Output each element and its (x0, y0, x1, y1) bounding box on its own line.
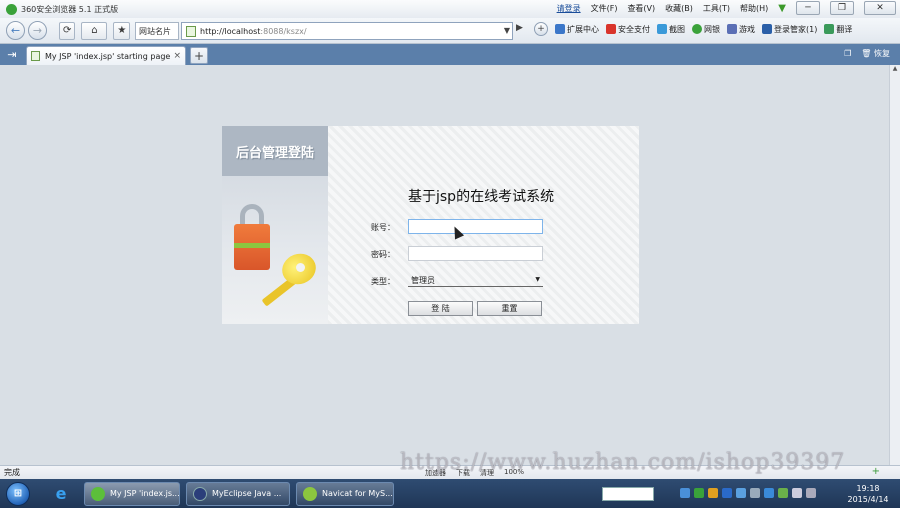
minimize-button[interactable]: ─ (796, 1, 820, 15)
window-title: 360安全浏览器 5.1 正式版 (21, 4, 119, 14)
status-accelerator[interactable]: 加速器 (425, 468, 446, 478)
tool-safe-pay[interactable]: 安全支付 (606, 24, 650, 35)
tab-page-icon (31, 51, 40, 61)
tool-extensions[interactable]: 扩展中心 (555, 24, 599, 35)
sidebar-toggle-icon[interactable]: ⇥ (0, 44, 24, 65)
status-download[interactable]: 下载 (456, 468, 470, 478)
login-button[interactable]: 登 陆 (408, 301, 473, 316)
scroll-up-icon[interactable]: ▲ (890, 65, 900, 72)
toolbar-tools: + 扩展中心 安全支付 截图 网银 游戏 登录管家(1) 翻译 (534, 22, 852, 36)
menu-view[interactable]: 查看(V) (627, 3, 655, 14)
tool-games[interactable]: 游戏 (727, 24, 755, 35)
site-card-button[interactable]: 网站名片 (135, 22, 179, 40)
tray-icon[interactable] (680, 488, 690, 498)
restore-button[interactable]: ❐ (830, 1, 854, 15)
refresh-button[interactable]: ⟳ (59, 21, 76, 40)
tray-icon[interactable] (722, 488, 732, 498)
menu-help[interactable]: 帮助(H) (740, 3, 768, 14)
system-title: 基于jsp的在线考试系统 (408, 189, 555, 205)
status-cleanup[interactable]: 清理 (480, 468, 494, 478)
site-card-label: 网站名片 (139, 26, 171, 36)
login-decoration: 后台管理登陆 (222, 126, 328, 324)
add-icon[interactable]: + (534, 22, 548, 36)
title-bar: 360安全浏览器 5.1 正式版 请登录 文件(F) 查看(V) 收藏(B) 工… (0, 0, 900, 18)
login-link[interactable]: 请登录 (557, 3, 581, 14)
task-browser[interactable]: My JSP 'index.js... (84, 481, 180, 506)
reset-button[interactable]: 重置 (477, 301, 542, 316)
password-label: 密码： (371, 250, 395, 259)
go-button[interactable]: ▶ (516, 23, 523, 33)
status-text: 完成 (4, 468, 20, 477)
tool-bank[interactable]: 网银 (692, 24, 720, 35)
account-input[interactable] (408, 219, 543, 234)
url-text: http://localhost:8088/kszx/ (200, 26, 307, 36)
task-navicat[interactable]: Navicat for MyS... (296, 481, 394, 506)
tool-screenshot[interactable]: 截图 (657, 24, 685, 35)
address-dropdown-icon[interactable]: ▼ (504, 26, 510, 35)
key-hole (296, 263, 305, 272)
type-select[interactable]: 管理员 ▼ (408, 274, 543, 287)
browser-logo-icon (6, 3, 17, 15)
taskbar: ⊞ e My JSP 'index.js... MyEclipse Java .… (0, 479, 900, 508)
menu-tools[interactable]: 工具(T) (703, 3, 730, 14)
tray-icon[interactable] (708, 488, 718, 498)
lock-stripe (234, 243, 270, 248)
login-panel-title: 后台管理登陆 (236, 146, 315, 161)
chevron-down-icon: ▼ (535, 276, 540, 283)
type-select-value: 管理员 (411, 275, 435, 285)
forward-button[interactable]: → (28, 21, 47, 40)
status-items: 加速器 下载 清理 100% (425, 468, 524, 478)
tab-bar: ⇥ My JSP 'index.jsp' starting page × + ❐… (0, 44, 900, 65)
task-myeclipse[interactable]: MyEclipse Java ... (186, 481, 290, 506)
password-input[interactable] (408, 246, 543, 261)
clock-date: 2015/4/14 (847, 495, 889, 504)
tab-bar-right: ❐ 🗑 恢复 (844, 48, 890, 59)
account-label: 账号： (371, 223, 395, 232)
tray-icon[interactable] (736, 488, 746, 498)
tab-label: My JSP 'index.jsp' starting page (45, 51, 171, 61)
tray-icon[interactable] (750, 488, 760, 498)
vertical-scrollbar[interactable]: ▲ (889, 65, 900, 465)
network-icon[interactable] (806, 488, 816, 498)
close-button[interactable]: ✕ (864, 1, 896, 15)
status-bar: 完成 加速器 下载 清理 100% + (0, 465, 900, 479)
system-clock[interactable]: 19:18 2015/4/14 (838, 483, 898, 505)
favorite-button[interactable]: ★ (113, 21, 131, 40)
tab-list-icon[interactable]: ❐ (844, 49, 851, 58)
status-zoom[interactable]: 100% (504, 468, 524, 478)
clock-time: 19:18 (856, 484, 880, 493)
login-header: 后台管理登陆 (222, 126, 328, 176)
address-bar[interactable]: http://localhost:8088/kszx/ ▼ (181, 22, 513, 40)
back-button[interactable]: ← (6, 21, 25, 40)
start-button[interactable]: ⊞ (6, 481, 30, 506)
restore-tab-button[interactable]: 🗑 恢复 (861, 48, 890, 59)
tray-icon[interactable] (778, 488, 788, 498)
tool-login-manager[interactable]: 登录管家(1) (762, 24, 817, 35)
tool-translate[interactable]: 翻译 (824, 24, 852, 35)
skin-icon[interactable]: ▼ (778, 3, 786, 14)
navigation-bar: ← → ⟳ ⌂ ★ 网站名片 http://localhost:8088/ksz… (0, 18, 900, 44)
tray-icon[interactable] (764, 488, 774, 498)
volume-icon[interactable] (792, 488, 802, 498)
page-icon (186, 25, 196, 37)
type-label: 类型： (371, 277, 395, 286)
ie-icon[interactable]: e (48, 482, 74, 506)
menu-favorites[interactable]: 收藏(B) (665, 3, 693, 14)
tray-icon[interactable] (694, 488, 704, 498)
new-tab-button[interactable]: + (190, 47, 208, 64)
home-button[interactable]: ⌂ (81, 21, 108, 40)
system-tray (680, 488, 816, 498)
title-controls: 请登录 文件(F) 查看(V) 收藏(B) 工具(T) 帮助(H) ▼ ─ ❐ … (557, 1, 896, 15)
menu-file[interactable]: 文件(F) (591, 3, 618, 14)
tab-active[interactable]: My JSP 'index.jsp' starting page × (26, 46, 186, 65)
input-method-box[interactable] (602, 487, 654, 501)
login-panel: 后台管理登陆 基于jsp的在线考试系统 账号： 密码： 类型： 管理员 ▼ 登 … (222, 126, 639, 324)
zoom-in-icon[interactable]: + (872, 466, 880, 477)
tab-close-icon[interactable]: × (173, 51, 181, 61)
